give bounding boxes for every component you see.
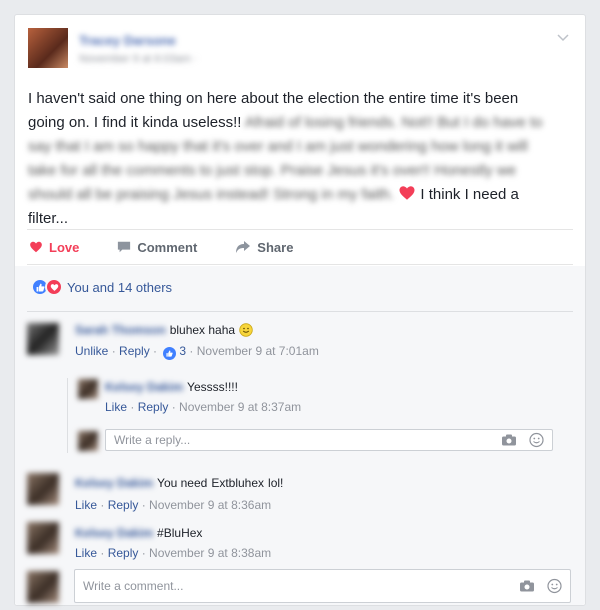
emoji-icon[interactable] — [547, 578, 562, 594]
commenter-name[interactable]: Sarah Thomson — [75, 323, 166, 337]
comment-1-actions: Unlike · Reply · 3 · November 9 at 7:01a… — [75, 344, 319, 360]
smile-emoji-icon — [239, 323, 253, 337]
reply-1-body: Kelsey Dakim Yessss!!!! — [105, 379, 238, 395]
love-button[interactable]: Love — [29, 240, 79, 255]
reply-input-placeholder: Write a reply... — [114, 433, 191, 447]
reply-link[interactable]: Reply — [108, 546, 139, 560]
post-card: Tracey Darsone November 9 at 6:03am · I … — [14, 14, 586, 606]
chevron-down-icon[interactable] — [555, 29, 571, 45]
comment-icon — [118, 241, 131, 253]
post-text: I haven't said one thing on here about t… — [28, 87, 558, 231]
post-meta: November 9 at 6:03am · — [79, 53, 198, 65]
reply-link[interactable]: Reply — [108, 498, 139, 512]
reply-input[interactable]: Write a reply... — [105, 429, 553, 451]
camera-icon[interactable] — [519, 580, 535, 593]
comment-time[interactable]: November 9 at 8:38am — [149, 546, 271, 560]
reply-thread-line — [67, 378, 68, 453]
like-link[interactable]: Like — [105, 400, 127, 414]
comment-3-body: Kelsey Dakim #BluHex — [75, 525, 202, 541]
emoji-icon[interactable] — [529, 432, 544, 448]
like-count[interactable]: 3 — [179, 344, 186, 358]
comment-text: bluhex haha — [169, 323, 236, 337]
avatar — [78, 431, 98, 451]
like-link[interactable]: Like — [75, 546, 97, 560]
replier-name[interactable]: Kelsey Dakim — [105, 380, 183, 394]
comment-text-after: lol! — [268, 476, 284, 490]
reply-text: Yessss!!!! — [187, 380, 238, 394]
avatar[interactable] — [27, 473, 59, 505]
comment-time[interactable]: November 9 at 8:36am — [149, 498, 271, 512]
avatar[interactable] — [78, 379, 98, 399]
avatar[interactable] — [27, 323, 59, 355]
commenter-name[interactable]: Kelsey Dakim — [75, 476, 153, 490]
reply-1-actions: Like · Reply · November 9 at 8:37am — [105, 400, 302, 414]
share-button[interactable]: Share — [235, 240, 293, 255]
author-avatar[interactable] — [28, 28, 68, 68]
heart-emoji-icon — [398, 184, 416, 202]
share-arrow-icon — [236, 241, 251, 253]
commenter-name[interactable]: Kelsey Dakim — [75, 526, 153, 540]
comments-section: You and 14 others Sarah Thomson bluhex h… — [15, 266, 585, 605]
avatar[interactable] — [27, 522, 59, 554]
divider — [27, 311, 573, 312]
love-reaction-icon — [45, 278, 63, 296]
like-count-icon — [163, 347, 177, 360]
comment-label: Comment — [137, 239, 198, 255]
reactions-label[interactable]: You and 14 others — [67, 280, 172, 295]
comment-2-body: Kelsey Dakim You need Extbluhex lol! — [75, 475, 283, 491]
comment-input-placeholder: Write a comment... — [83, 579, 184, 593]
love-label: Love — [49, 239, 80, 255]
comment-3-actions: Like · Reply · November 9 at 8:38am — [75, 546, 272, 560]
share-label: Share — [257, 239, 294, 255]
comment-text-before: You need — [157, 476, 208, 490]
reply-link[interactable]: Reply — [138, 400, 169, 414]
author-name[interactable]: Tracey Darsone — [79, 33, 176, 48]
post-actions: Love Comment Share — [27, 229, 573, 265]
avatar — [27, 571, 59, 603]
camera-icon[interactable] — [501, 434, 517, 447]
comment-button[interactable]: Comment — [117, 240, 197, 255]
hashtag-link[interactable]: #BluHex — [157, 526, 202, 540]
comment-input[interactable]: Write a comment... — [74, 569, 571, 603]
heart-icon — [30, 241, 42, 253]
comment-2-actions: Like · Reply · November 9 at 8:36am — [75, 498, 272, 512]
reactions-summary[interactable]: You and 14 others — [31, 278, 172, 296]
comment-mention-link[interactable]: Extbluhex — [211, 476, 264, 490]
comment-1-body: Sarah Thomson bluhex haha — [75, 322, 253, 338]
like-link[interactable]: Like — [75, 498, 97, 512]
unlike-link[interactable]: Unlike — [75, 344, 108, 358]
comment-time[interactable]: November 9 at 7:01am — [197, 344, 319, 358]
reply-time[interactable]: November 9 at 8:37am — [179, 400, 301, 414]
reply-link[interactable]: Reply — [119, 344, 150, 358]
